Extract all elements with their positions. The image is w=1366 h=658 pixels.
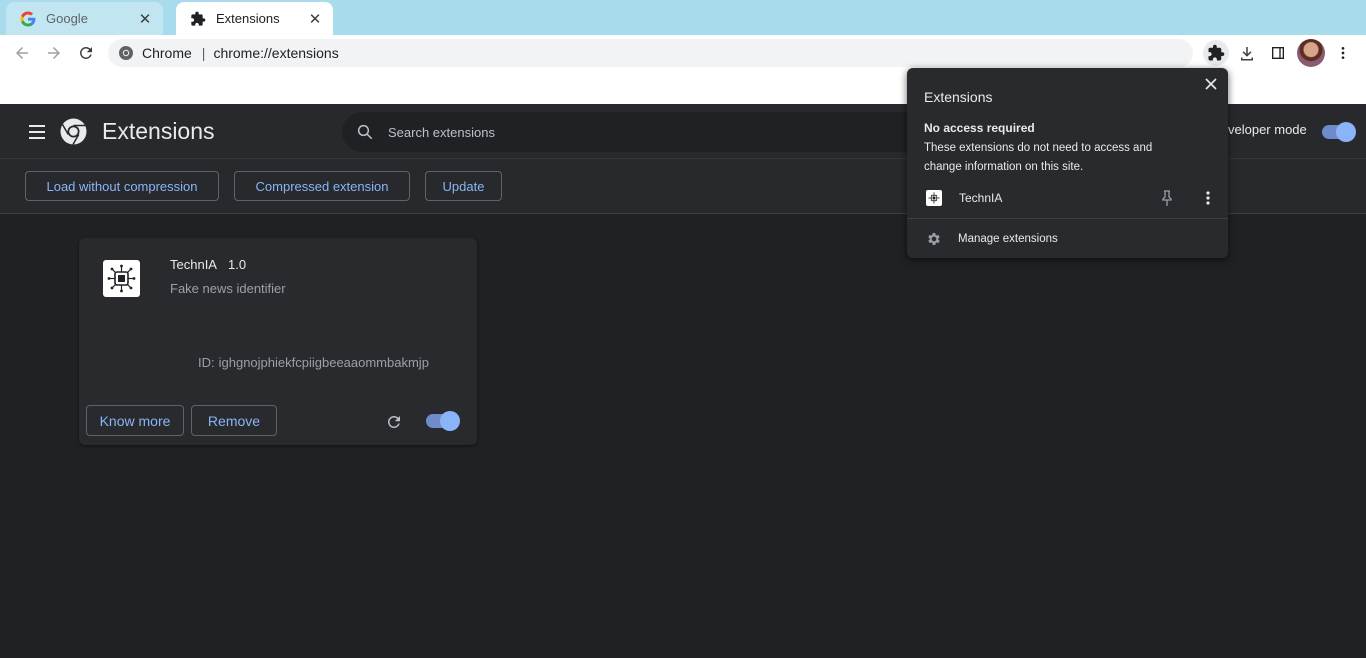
chrome-menu-button[interactable] [1330,40,1356,66]
extension-logo-icon [926,190,942,206]
toolbar: Chrome | chrome://extensions [0,35,1366,71]
more-vert-icon[interactable] [1201,189,1215,207]
extension-id-value: ighgnojphiekfcpiigbeeaaommbakmjp [218,355,429,370]
popup-section-text: These extensions do not need to access a… [924,142,1153,173]
chrome-logo-icon [118,45,134,61]
tab-google[interactable]: Google ✕ [6,2,163,35]
reload-extension-icon[interactable] [385,413,403,431]
search-extensions-input[interactable]: Search extensions [342,112,917,152]
manage-extensions-item[interactable]: Manage extensions [907,227,1228,253]
extensions-menu-button[interactable] [1203,40,1229,66]
tab-title: Google [46,11,88,26]
know-more-button[interactable]: Know more [86,405,184,436]
downloads-button[interactable] [1234,40,1260,66]
developer-mode-label: veloper mode [1228,122,1307,137]
extension-card: TechnIA 1.0 Fake news identifier ID: ighg… [79,238,477,445]
extension-id: ID: ighgnojphiekfcpiigbeeaaommbakmjp [198,355,433,370]
reload-button[interactable] [73,40,99,66]
tab-strip: Google ✕ Extensions ✕ [0,0,1366,35]
google-icon [20,11,36,27]
extension-logo-icon [103,260,140,297]
load-unpacked-button[interactable]: Load without compression [25,171,219,201]
gear-icon [926,231,942,247]
forward-button[interactable] [41,40,67,66]
chrome-logo-icon [60,118,87,145]
puzzle-icon [1208,44,1225,61]
popup-section-title: No access required [924,121,1035,135]
manage-extensions-label: Manage extensions [958,233,1058,245]
pin-icon[interactable] [1159,189,1175,207]
developer-mode-toggle[interactable] [1322,122,1356,142]
popup-title: Extensions [924,89,993,105]
search-icon [356,123,374,141]
close-icon[interactable]: ✕ [137,11,153,28]
side-panel-icon [1272,47,1284,59]
back-button[interactable] [9,40,35,66]
browser-window: Google ✕ Extensions ✕ Chrome | chrome://… [0,0,1366,658]
popup-divider [907,218,1228,219]
remove-button[interactable]: Remove [191,405,277,436]
profile-avatar[interactable] [1297,39,1325,67]
address-bar[interactable]: Chrome | chrome://extensions [108,39,1193,67]
extension-version: 1.0 [228,257,247,272]
tab-extensions[interactable]: Extensions ✕ [176,2,333,35]
extension-description: Fake news identifier [170,281,286,296]
page-title: Extensions [102,118,215,144]
more-vert-icon [1341,47,1345,59]
reload-icon [79,46,92,59]
popup-extension-item[interactable]: TechnIA [907,184,1228,212]
search-placeholder: Search extensions [388,124,495,140]
omnibox-separator: | [201,45,206,61]
toggle-knob [1336,122,1356,142]
toggle-knob [440,411,460,431]
update-button[interactable]: Update [425,171,502,201]
close-icon[interactable] [1203,76,1219,92]
extension-name: TechnIA [170,257,217,272]
extension-enable-toggle[interactable] [426,411,460,431]
menu-icon[interactable] [26,122,48,142]
side-panel-button[interactable] [1265,40,1291,66]
arrow-left-icon [16,47,28,59]
extensions-popup: Extensions No access required These exte… [907,68,1228,258]
tab-title: Extensions [216,11,280,26]
close-icon[interactable]: ✕ [307,11,323,28]
popup-extension-name: TechnIA [959,191,1003,205]
extension-id-label: ID: [198,355,215,370]
arrow-right-icon [48,47,60,59]
download-icon [1241,47,1253,61]
pack-extension-button[interactable]: Compressed extension [234,171,410,201]
omnibox-scheme: Chrome [142,45,192,61]
puzzle-icon [190,11,206,27]
omnibox-url: chrome://extensions [213,45,339,61]
